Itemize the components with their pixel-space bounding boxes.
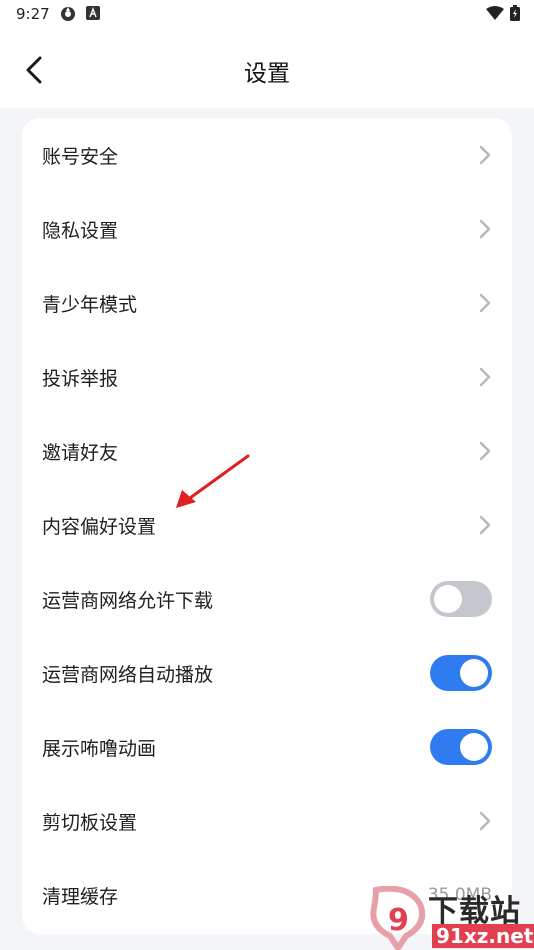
toggle-knob xyxy=(460,659,488,687)
settings-card: 账号安全 隐私设置 青少年模式 投诉举报 邀请好友 内容偏好设置 运营商网络允许… xyxy=(22,118,512,934)
chevron-right-icon xyxy=(479,293,491,313)
settings-item-account-security[interactable]: 账号安全 xyxy=(22,118,512,192)
settings-item-label: 剪切板设置 xyxy=(42,811,138,834)
status-bar: 9:27 xyxy=(0,0,534,28)
page-title: 设置 xyxy=(244,61,290,87)
status-right xyxy=(486,5,520,25)
top-bar: 9:27 设置 xyxy=(0,0,534,108)
settings-item-label: 清理缓存 xyxy=(42,885,119,908)
show-animation-toggle[interactable] xyxy=(430,729,492,765)
watermark-url: 91xz.net xyxy=(432,924,534,948)
settings-item-privacy[interactable]: 隐私设置 xyxy=(22,192,512,266)
chevron-right-icon xyxy=(479,367,491,387)
settings-item-carrier-download: 运营商网络允许下载 xyxy=(22,562,512,636)
nav-bar: 设置 xyxy=(0,40,534,100)
settings-item-label: 运营商网络允许下载 xyxy=(42,589,214,612)
wifi-icon xyxy=(486,6,504,24)
toggle-knob xyxy=(434,585,462,613)
settings-item-teen-mode[interactable]: 青少年模式 xyxy=(22,266,512,340)
settings-item-clipboard[interactable]: 剪切板设置 xyxy=(22,784,512,858)
svg-text:9: 9 xyxy=(388,903,409,938)
chevron-right-icon xyxy=(479,811,491,831)
settings-item-label: 隐私设置 xyxy=(42,219,119,242)
status-time: 9:27 xyxy=(16,5,50,23)
settings-item-label: 内容偏好设置 xyxy=(42,515,157,538)
settings-item-label: 运营商网络自动播放 xyxy=(42,663,214,686)
settings-item-content-preference[interactable]: 内容偏好设置 xyxy=(22,488,512,562)
chevron-right-icon xyxy=(479,145,491,165)
chevron-right-icon xyxy=(479,441,491,461)
settings-item-carrier-autoplay: 运营商网络自动播放 xyxy=(22,636,512,710)
settings-item-label: 邀请好友 xyxy=(42,441,119,464)
chevron-right-icon xyxy=(479,515,491,535)
settings-item-report[interactable]: 投诉举报 xyxy=(22,340,512,414)
settings-item-invite-friends[interactable]: 邀请好友 xyxy=(22,414,512,488)
settings-item-show-animation: 展示咘噜动画 xyxy=(22,710,512,784)
carrier-download-toggle[interactable] xyxy=(430,581,492,617)
settings-item-label: 展示咘噜动画 xyxy=(42,737,157,760)
battery-icon xyxy=(510,5,520,25)
settings-item-label: 投诉举报 xyxy=(42,367,119,390)
toggle-knob xyxy=(460,733,488,761)
app-notification-icon xyxy=(86,6,100,24)
sync-icon xyxy=(60,6,76,26)
carrier-autoplay-toggle[interactable] xyxy=(430,655,492,691)
settings-item-label: 账号安全 xyxy=(42,145,119,168)
watermark: 9 下载站 91xz.net xyxy=(368,886,534,950)
settings-item-label: 青少年模式 xyxy=(42,293,138,316)
chevron-right-icon xyxy=(479,219,491,239)
watermark-logo-icon: 9 xyxy=(370,886,426,950)
